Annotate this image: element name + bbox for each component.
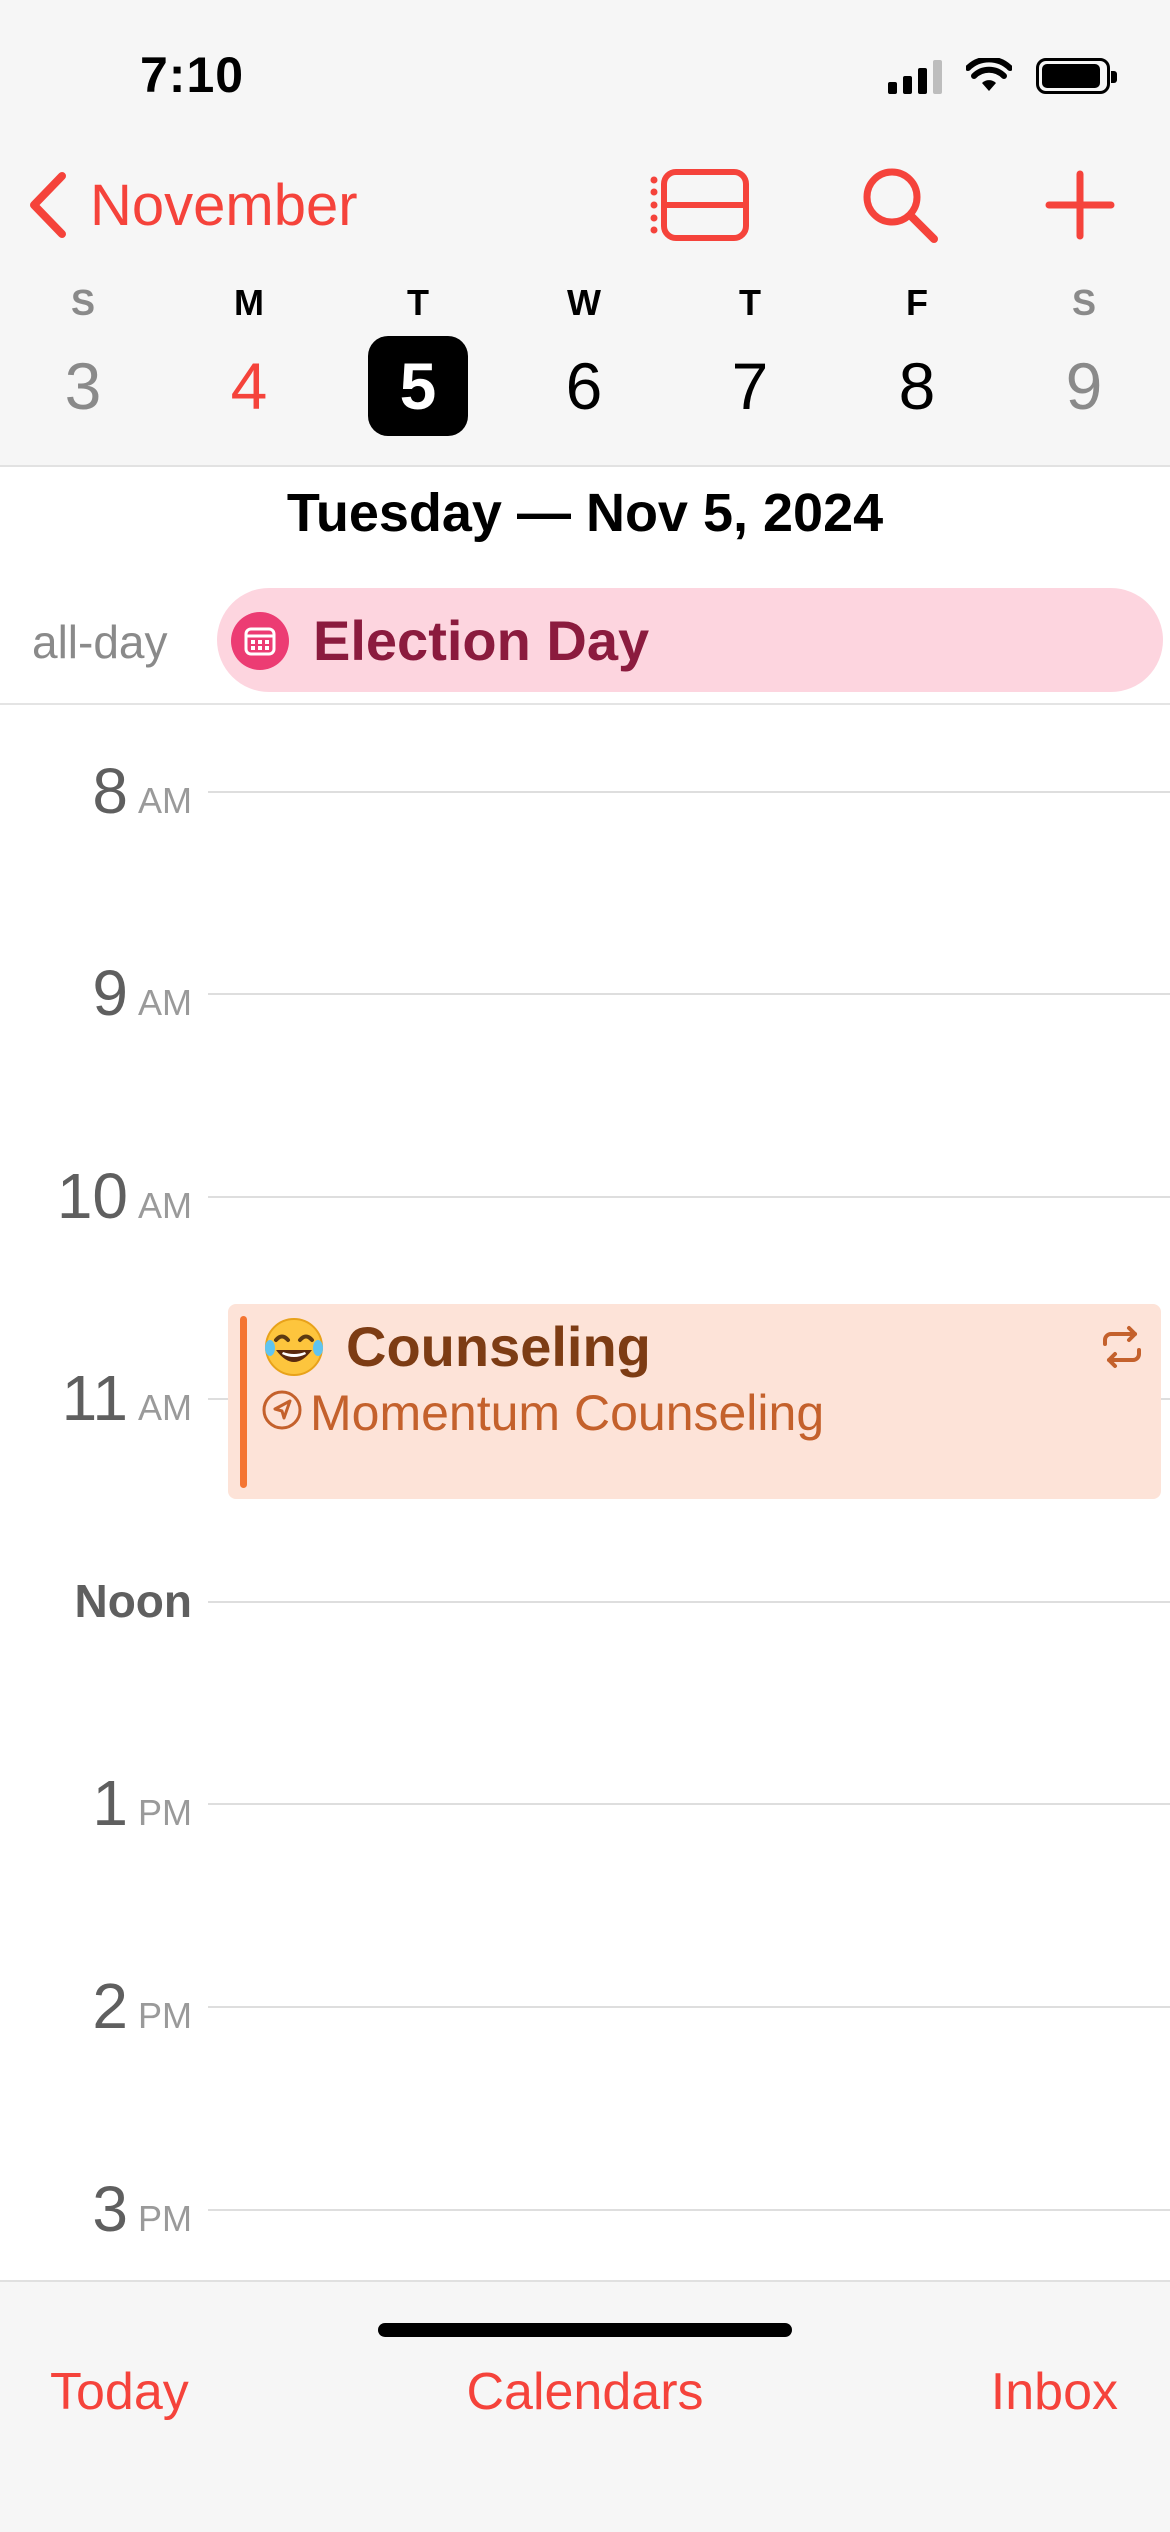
event-counseling[interactable]: Counseling Momentum Counseling (228, 1304, 1161, 1499)
search-button[interactable] (850, 160, 950, 250)
day-number: 3 (64, 349, 102, 423)
week-strip: S 3 M 4 T 5 W 6 T 7 F 8 S 9 (0, 278, 1170, 448)
hour-row: 3 PM (0, 2169, 1170, 2249)
repeat-icon (1103, 1326, 1141, 1368)
plus-icon (1045, 170, 1115, 240)
hour-ampm: AM (138, 982, 192, 1023)
day-thursday[interactable]: T 7 (680, 278, 820, 448)
day-number: 8 (898, 349, 936, 423)
status-time: 7:10 (140, 47, 245, 103)
today-button[interactable]: Today (50, 2362, 189, 2422)
back-button[interactable]: November (26, 160, 358, 250)
bottom-toolbar: Today Calendars Inbox (0, 2280, 1170, 2532)
status-icons (888, 56, 1117, 96)
wifi-icon (966, 58, 1012, 91)
hour-row: 2 PM (0, 1966, 1170, 2046)
hour-ampm: AM (138, 780, 192, 821)
laughing-emoji-icon (265, 1318, 323, 1376)
event-color-bar (240, 1316, 247, 1488)
hour-row: 1 PM (0, 1763, 1170, 1843)
list-view-icon (650, 169, 749, 241)
hour-row: 9 AM (0, 953, 1170, 1033)
hour-number: 1 (92, 1767, 128, 1839)
all-day-divider (0, 703, 1170, 705)
home-indicator (378, 2323, 792, 2337)
hour-ampm: PM (138, 1995, 192, 2036)
back-month-label: November (90, 172, 358, 238)
hour-number: 3 (92, 2173, 128, 2245)
hour-line (208, 2209, 1170, 2211)
day-letter: S (70, 282, 95, 323)
hour-label: 1 PM (92, 1763, 192, 1843)
calendar-icon (231, 612, 289, 670)
hour-ampm: AM (138, 1387, 192, 1428)
list-view-button[interactable] (650, 160, 750, 250)
hour-label: 2 PM (92, 1966, 192, 2046)
hour-label: 8 AM (92, 751, 192, 831)
day-number-selected: 5 (368, 336, 468, 436)
add-event-button[interactable] (1030, 160, 1130, 250)
all-day-label: all-day (32, 616, 168, 668)
day-number: 4 (230, 349, 268, 423)
day-wednesday[interactable]: W 6 (514, 278, 654, 448)
hour-line (208, 993, 1170, 995)
hour-row: 8 AM (0, 751, 1170, 831)
hour-label: 9 AM (92, 953, 192, 1033)
day-letter: T (739, 282, 761, 323)
hour-row: 10 AM (0, 1156, 1170, 1236)
day-letter: W (567, 282, 601, 323)
day-letter: M (234, 282, 264, 323)
chevron-left-icon (30, 172, 66, 238)
hour-number: 2 (92, 1970, 128, 2042)
battery-icon (1036, 58, 1117, 94)
calendars-button[interactable]: Calendars (466, 2363, 703, 2421)
hour-line (208, 1803, 1170, 1805)
day-number: 6 (565, 349, 603, 423)
hour-ampm: PM (138, 2198, 192, 2239)
hour-line (208, 1601, 1170, 1603)
hour-label: Noon (74, 1561, 192, 1641)
day-letter: T (407, 282, 429, 323)
hour-ampm: AM (138, 1185, 192, 1226)
hour-row: Noon (0, 1561, 1170, 1641)
location-arrow-icon (262, 1390, 302, 1430)
inbox-button[interactable]: Inbox (991, 2362, 1118, 2422)
all-day-event-title: Election Day (313, 609, 650, 672)
hour-line (208, 791, 1170, 793)
hour-label: 10 AM (57, 1156, 192, 1236)
calendar-day-screen: 7:10 November S 3 M 4 T 5 W 6 T 7 F 8 S … (0, 0, 1170, 2532)
hour-number: 8 (92, 755, 128, 827)
header: 7:10 November S 3 M 4 T 5 W 6 T 7 F 8 S … (0, 0, 1170, 467)
day-number: 7 (731, 349, 769, 423)
all-day-event[interactable]: Election Day (217, 588, 1163, 692)
cellular-signal-icon (888, 58, 942, 94)
date-heading: Tuesday — Nov 5, 2024 (286, 483, 884, 543)
hour-line (208, 2006, 1170, 2008)
day-letter: S (1071, 282, 1096, 323)
hour-noon-label: Noon (74, 1575, 192, 1627)
hour-number: 11 (61, 1362, 128, 1434)
hour-ampm: PM (138, 1792, 192, 1833)
day-monday[interactable]: M 4 (179, 278, 319, 448)
search-icon (863, 168, 938, 243)
event-location: Momentum Counseling (310, 1385, 825, 1441)
event-title: Counseling (346, 1315, 651, 1378)
day-number: 9 (1065, 349, 1103, 423)
day-saturday[interactable]: S 9 (1014, 278, 1154, 448)
day-tuesday[interactable]: T 5 (348, 278, 488, 448)
nav-bar: November (0, 160, 1170, 250)
hour-label: 11 AM (62, 1358, 192, 1438)
hour-number: 9 (92, 957, 128, 1029)
hour-number: 10 (56, 1160, 128, 1232)
day-letter: F (906, 282, 928, 323)
day-friday[interactable]: F 8 (847, 278, 987, 448)
hour-line (208, 1196, 1170, 1198)
day-sunday[interactable]: S 3 (13, 278, 153, 448)
hour-label: 3 PM (92, 2169, 192, 2249)
